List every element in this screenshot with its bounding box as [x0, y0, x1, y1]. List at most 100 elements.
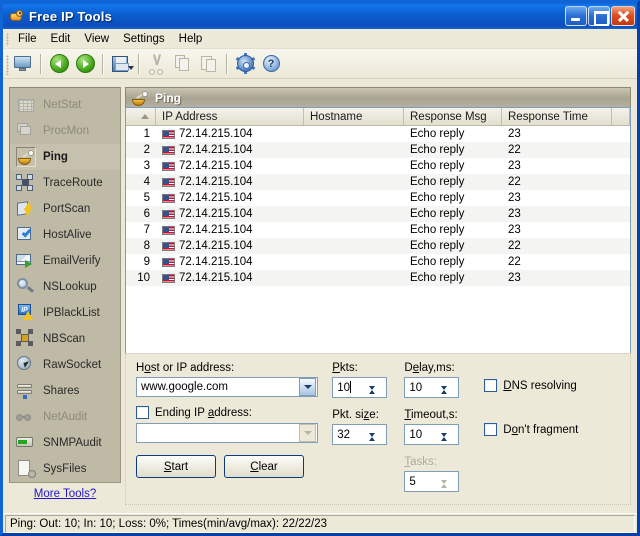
menu-settings[interactable]: Settings — [116, 31, 172, 47]
sidebar-item-label: SNMPAudit — [43, 437, 102, 449]
sidebar-item-netaudit[interactable]: NetAudit — [10, 404, 120, 430]
sidebar-item-label: Ping — [43, 151, 68, 163]
table-row[interactable]: 972.14.215.104Echo reply22 — [126, 254, 630, 270]
pkt-size-decrement-button[interactable] — [369, 437, 385, 449]
sidebar-item-portscan[interactable]: PortScan — [10, 196, 120, 222]
results-table[interactable]: IP Address Hostname Response Msg Respons… — [125, 107, 631, 376]
table-row[interactable]: 272.14.215.104Echo reply22 — [126, 142, 630, 158]
maximize-button[interactable] — [588, 6, 610, 26]
save-icon[interactable] — [109, 52, 133, 76]
file-cog-icon — [16, 459, 36, 479]
column-header-ip-address[interactable]: IP Address — [156, 108, 304, 125]
pkts-decrement-button[interactable] — [369, 390, 385, 402]
grid-table-icon — [16, 95, 36, 115]
table-row[interactable]: 572.14.215.104Echo reply23 — [126, 190, 630, 206]
chevron-down-icon[interactable] — [299, 378, 316, 396]
cut-icon — [145, 52, 169, 76]
dont-fragment-checkbox[interactable] — [484, 423, 497, 436]
server-shares-icon — [16, 381, 36, 401]
us-flag-icon — [162, 162, 175, 171]
tasks-value: 5 — [405, 476, 441, 488]
dns-resolving-checkbox[interactable] — [484, 379, 497, 392]
sidebar-item-netstat[interactable]: NetStat — [10, 92, 120, 118]
cell-response-msg: Echo reply — [404, 192, 502, 204]
sidebar-item-sysfiles[interactable]: SysFiles — [10, 456, 120, 482]
sidebar-item-ipblacklist[interactable]: IP IPBlackList — [10, 300, 120, 326]
us-flag-icon — [162, 258, 175, 267]
forward-arrow-icon[interactable] — [73, 52, 97, 76]
column-header-response-msg[interactable]: Response Msg — [404, 108, 502, 125]
table-row[interactable]: 472.14.215.104Echo reply22 — [126, 174, 630, 190]
sidebar-item-procmon[interactable]: ProcMon — [10, 118, 120, 144]
column-header-hostname[interactable]: Hostname — [304, 108, 404, 125]
sidebar-item-label: RawSocket — [43, 359, 101, 371]
sidebar-item-ping[interactable]: Ping — [10, 144, 120, 170]
tasks-decrement-button — [441, 484, 457, 496]
sidebar-item-label: NSLookup — [43, 281, 97, 293]
sidebar-item-traceroute[interactable]: TraceRoute — [10, 170, 120, 196]
more-tools-link[interactable]: More Tools? — [9, 483, 121, 505]
monitor-icon[interactable] — [11, 52, 35, 76]
timeout-decrement-button[interactable] — [441, 437, 457, 449]
pkts-stepper[interactable]: 10 — [332, 377, 387, 398]
cell-index: 7 — [126, 224, 156, 236]
cell-ip-address: 72.14.215.104 — [156, 144, 304, 156]
table-row[interactable]: 372.14.215.104Echo reply23 — [126, 158, 630, 174]
dns-resolving-label: DNS resolving — [503, 380, 577, 392]
menu-file[interactable]: File — [11, 31, 44, 47]
cell-response-time: 23 — [502, 224, 612, 236]
pkt-size-label: Pkt. size: — [332, 409, 390, 421]
clear-button[interactable]: Clear — [224, 455, 304, 478]
delay-stepper[interactable]: 10 — [404, 377, 459, 398]
host-combo[interactable]: www.google.com — [136, 377, 318, 397]
sidebar-item-shares[interactable]: Shares — [10, 378, 120, 404]
us-flag-icon — [162, 210, 175, 219]
toolbar-separator — [226, 54, 228, 74]
sidebar-item-snmpaudit[interactable]: SNMPAudit — [10, 430, 120, 456]
gear-icon[interactable] — [233, 52, 257, 76]
column-header-filler[interactable] — [612, 108, 630, 125]
start-button[interactable]: Start — [136, 455, 216, 478]
table-row[interactable]: 872.14.215.104Echo reply22 — [126, 238, 630, 254]
table-row[interactable]: 172.14.215.104Echo reply23 — [126, 126, 630, 142]
sidebar-item-label: ProcMon — [43, 125, 89, 137]
sidebar-item-nbscan[interactable]: NBScan — [10, 326, 120, 352]
title-bar: Free IP Tools — [3, 3, 637, 29]
sidebar-item-nslookup[interactable]: NSLookup — [10, 274, 120, 300]
minimize-button[interactable] — [565, 6, 587, 26]
us-flag-icon — [162, 242, 175, 251]
cell-ip-address: 72.14.215.104 — [156, 192, 304, 204]
timeout-stepper[interactable]: 10 — [404, 424, 459, 445]
cell-ip-address: 72.14.215.104 — [156, 272, 304, 284]
cell-response-time: 23 — [502, 192, 612, 204]
sidebar-item-emailverify[interactable]: EmailVerify — [10, 248, 120, 274]
back-arrow-icon[interactable] — [47, 52, 71, 76]
delay-value: 10 — [405, 382, 441, 394]
pane-title: Ping — [155, 91, 181, 105]
help-icon[interactable]: ? — [259, 52, 283, 76]
menu-edit[interactable]: Edit — [44, 31, 78, 47]
table-row[interactable]: 772.14.215.104Echo reply23 — [126, 222, 630, 238]
port-bolt-icon — [16, 199, 36, 219]
column-header-response-time[interactable]: Response Time — [502, 108, 612, 125]
toolbar: ? — [3, 49, 637, 79]
close-button[interactable] — [611, 6, 635, 26]
menu-help[interactable]: Help — [172, 31, 210, 47]
pkt-size-stepper[interactable]: 32 — [332, 424, 387, 445]
delay-decrement-button[interactable] — [441, 390, 457, 402]
ending-ip-checkbox[interactable] — [136, 406, 149, 419]
host-check-icon — [16, 225, 36, 245]
status-bar: Ping: Out: 10; In: 10; Loss: 0%; Times(m… — [3, 513, 637, 533]
cell-response-msg: Echo reply — [404, 208, 502, 220]
window-title: Free IP Tools — [29, 9, 564, 24]
menu-view[interactable]: View — [77, 31, 116, 47]
table-row[interactable]: 1072.14.215.104Echo reply23 — [126, 270, 630, 286]
pkts-label: Pkts: — [332, 362, 390, 374]
toolbar-separator — [102, 54, 104, 74]
sidebar-item-hostalive[interactable]: HostAlive — [10, 222, 120, 248]
ending-ip-combo[interactable] — [136, 423, 318, 443]
cell-response-msg: Echo reply — [404, 224, 502, 236]
sidebar-item-rawsocket[interactable]: RawSocket — [10, 352, 120, 378]
column-header-index[interactable] — [126, 108, 156, 125]
table-row[interactable]: 672.14.215.104Echo reply23 — [126, 206, 630, 222]
